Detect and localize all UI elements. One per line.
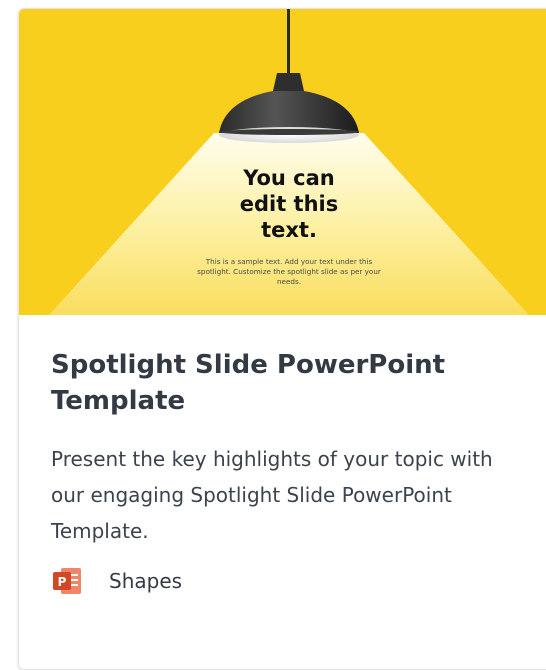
template-thumbnail[interactable]: You can edit this text. This is a sample… [19,9,546,315]
template-meta: P Shapes [52,565,182,597]
lamp-shade [219,91,359,133]
category-label[interactable]: Shapes [109,566,182,596]
svg-text:P: P [58,575,67,589]
template-title[interactable]: Spotlight Slide PowerPoint Template [51,347,511,419]
template-card[interactable]: You can edit this text. This is a sample… [18,8,546,670]
slide-sample-text: This is a sample text. Add your text und… [197,257,381,286]
template-description: Present the key highlights of your topic… [51,447,493,543]
lamp-cord [287,9,290,73]
slide-heading-text: You can edit this text. [239,166,339,242]
powerpoint-icon: P [52,566,82,596]
